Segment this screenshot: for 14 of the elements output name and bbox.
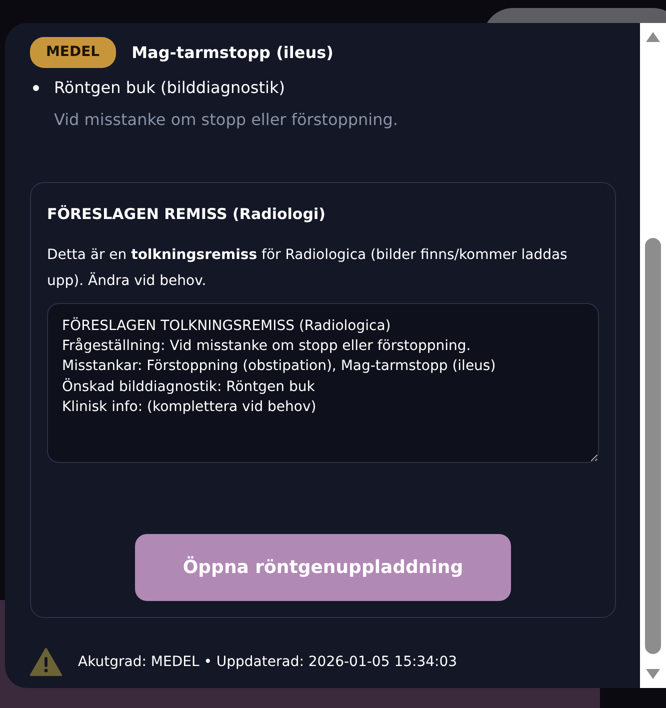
status-text: Akutgrad: MEDEL • Uppdaterad: 2026-01-05 15:34:03 [78, 652, 458, 672]
warning-icon [30, 648, 62, 676]
recommendation-note: Vid misstanke om stopp eller förstoppning. [54, 109, 400, 131]
referral-title: FÖRESLAGEN REMISS (Radiologi) [47, 204, 326, 225]
referral-text-field[interactable]: FÖRESLAGEN TOLKNINGSREMISS (Radiologica) Frågeställning: Vid misstanke om stopp eller förstoppning. Misstankar: Förstoppning (obstipation), Mag-tarmstopp (ileus) Önskad bilddiagnostik: Röntgen buk Klinisk info: (komplettera vid behov) [47, 302, 599, 463]
bullet-icon [33, 85, 39, 91]
scroll-up-icon[interactable] [645, 31, 661, 43]
scrollbar-thumb[interactable] [645, 238, 661, 654]
finding-title: Mag-tarmstopp (ileus) [132, 42, 334, 64]
referral-description: Detta är en tolkningsremiss för Radiologica (bilder finns/kommer laddas upp). Ändra vid behov. [47, 246, 568, 292]
scroll-down-icon[interactable] [645, 668, 661, 680]
scrollbar[interactable] [640, 23, 666, 688]
severity-label: MEDEL [30, 37, 116, 68]
recommendation-item: Röntgen buk (bilddiagnostik) [54, 77, 285, 99]
